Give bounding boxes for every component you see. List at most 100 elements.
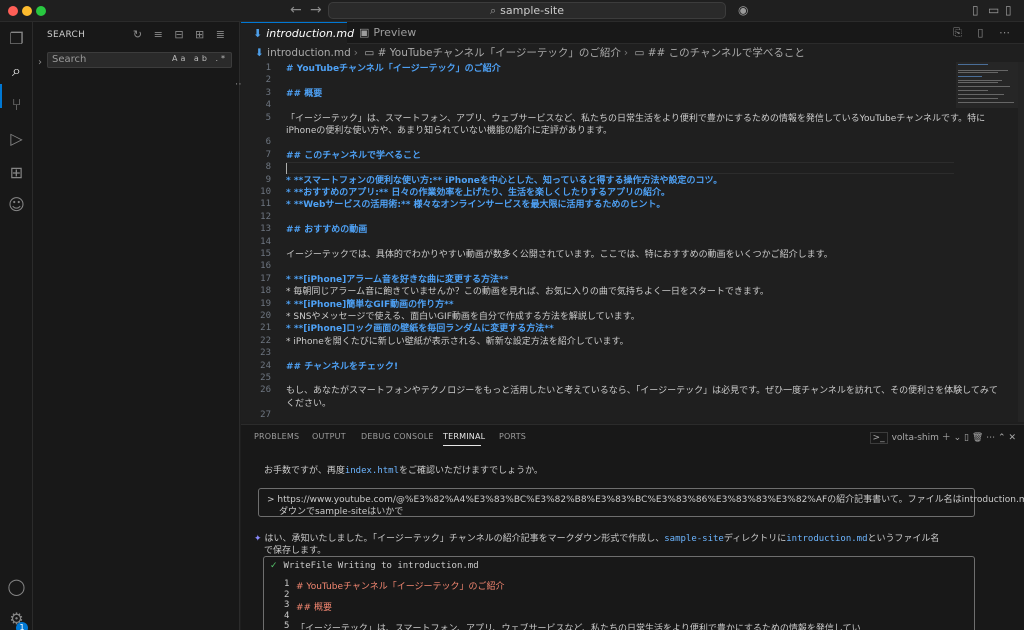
preview-icon: ▣	[359, 26, 370, 39]
line-number: 6	[265, 137, 271, 148]
extensions-icon[interactable]: ⊞	[6, 162, 27, 183]
search-options[interactable]: Aa ab .*	[172, 54, 228, 63]
line-number: 25	[260, 373, 271, 383]
file-line-number: 2	[284, 589, 290, 600]
user-prompt-box: > https://www.youtube.com/@%E3%82%A4%E3%…	[258, 488, 1024, 517]
tab-problems[interactable]: PROBLEMS	[254, 432, 299, 441]
line-number: 14	[260, 236, 271, 247]
code-line[interactable]: * iPhoneを開くたびに新しい壁紙が表示される、斬新な設定方法を紹介していま…	[286, 336, 629, 348]
line-number: 26	[260, 385, 271, 396]
symbol-icon: ▭	[364, 47, 375, 59]
minimap[interactable]	[956, 62, 1022, 108]
tab-output[interactable]: OUTPUT	[312, 432, 346, 441]
code-line[interactable]: * **[iPhone]アラーム音を好きな曲に変更する方法**	[286, 274, 508, 286]
code-line[interactable]: * **おすすめのアプリ:** 日々の作業効率を上げたり、生活を楽しくしたりする…	[286, 187, 670, 199]
maximize-window-button[interactable]	[36, 6, 46, 16]
breadcrumb[interactable]: ⬇ introduction.md › ▭ # YouTubeチャンネル「イージー…	[241, 44, 1024, 62]
code-line[interactable]: * **[iPhone]ロック画面の壁紙を毎回ランダムに変更する方法**	[286, 323, 554, 335]
code-line[interactable]: * 毎朝同じアラーム音に飽きていませんか？この動画を見れば、お気に入りの曲で気持…	[286, 286, 769, 298]
explorer-icon[interactable]: ❐	[6, 28, 27, 49]
line-number: 7	[265, 149, 271, 160]
active-view-indicator	[0, 84, 2, 108]
maximize-panel-icon[interactable]: ⌃	[998, 433, 1006, 443]
file-line-text: ## 概要	[296, 603, 332, 613]
bottom-panel: PROBLEMS OUTPUT DEBUG CONSOLE TERMINAL P…	[241, 424, 1024, 630]
line-number: 10	[260, 187, 271, 197]
search-input[interactable]: Search Aa ab .*	[47, 52, 232, 68]
terminal-line: お手数ですが、再度index.htmlをご確認いただけますでしょうか。	[264, 466, 543, 476]
code-line[interactable]: * **Webサービスの活用術:** 様々なオンラインサービスを最大限に活用する…	[286, 199, 665, 211]
search-sidebar: SEARCH ↻ ≡ ⊟ ⊞ ≣ › Search Aa ab .* ⋯	[33, 22, 245, 630]
line-number: 22	[260, 335, 271, 346]
tab-ports[interactable]: PORTS	[499, 432, 526, 441]
check-icon: ✓	[270, 561, 278, 571]
notification-badge: 1	[16, 622, 28, 630]
symbol-icon: ▭	[634, 47, 645, 59]
code-line[interactable]: * **スマートフォンの便利な使い方:** iPhoneを中心とした、知っている…	[286, 175, 722, 187]
tab-terminal[interactable]: TERMINAL	[443, 432, 485, 441]
accounts-icon[interactable]: ◯	[6, 576, 27, 597]
arrow-left-icon[interactable]: ←	[290, 2, 302, 18]
search-icon: ⌕	[489, 4, 497, 17]
line-number: 5	[265, 112, 271, 123]
code-line[interactable]: # YouTubeチャンネル「イージーテック」のご紹介	[286, 63, 501, 75]
trash-icon[interactable]: 🗑	[972, 433, 983, 443]
toggle-sidebar-icon[interactable]: ▯	[972, 3, 979, 17]
code-editor[interactable]: 1 2 3 4 5 6 7 8 9 10 11 12 13 14 15 16 17 18 19 20 21 22 23 24 2…	[241, 62, 1024, 422]
code-line[interactable]: ## 概要	[286, 88, 322, 100]
line-number: 20	[260, 311, 271, 321]
command-center-search[interactable]: ⌕ sample-site	[328, 2, 726, 19]
file-line-number: 5	[284, 621, 290, 630]
tab-debug-console[interactable]: DEBUG CONSOLE	[361, 432, 434, 441]
line-number: 19	[260, 298, 271, 309]
source-control-icon[interactable]: ⑂	[6, 94, 27, 115]
text-cursor	[286, 163, 287, 174]
toggle-panel-icon[interactable]: ▭	[988, 3, 999, 17]
code-line[interactable]: ## このチャンネルで学べること	[286, 150, 421, 162]
file-line-number: 3	[284, 600, 290, 610]
terminal-name[interactable]: volta-shim	[892, 433, 939, 443]
close-panel-icon[interactable]: ✕	[1008, 433, 1016, 443]
line-number: 23	[260, 348, 271, 359]
new-terminal-icon[interactable]: ＋ ⌄	[942, 433, 964, 443]
line-number: 27	[260, 410, 271, 421]
markdown-file-icon: ⬇	[255, 47, 264, 59]
sidebar-actions[interactable]: ↻ ≡ ⊟ ⊞ ≣	[133, 28, 229, 41]
code-line[interactable]: もし、あなたがスマートフォンやテクノロジーをもっと活用したいと考えているなら、「…	[286, 385, 998, 397]
active-tab-underline	[443, 445, 481, 446]
code-line[interactable]: 「イージーテック」は、スマートフォン、アプリ、ウェブサービスなど、私たちの日常生…	[286, 113, 985, 125]
run-debug-icon[interactable]: ▷	[6, 128, 27, 149]
close-window-button[interactable]	[8, 6, 18, 16]
code-line[interactable]: ください。	[286, 398, 331, 410]
editor-tab-bar: ⬇introduction.md ▣Preview introduction.m…	[241, 22, 1024, 61]
line-number: 11	[260, 199, 271, 210]
copilot-chat-icon[interactable]: ☺	[6, 194, 27, 215]
toggle-replace-chevron-icon[interactable]: ›	[38, 57, 42, 68]
arrow-right-icon[interactable]: →	[310, 2, 322, 18]
code-line[interactable]: * **[iPhone]簡単なGIF動画の作り方**	[286, 299, 454, 311]
code-line[interactable]: ## おすすめの動画	[286, 224, 367, 236]
minimize-window-button[interactable]	[22, 6, 32, 16]
editor-scrollbar[interactable]	[1018, 62, 1024, 422]
code-line[interactable]: イージーテックでは、具体的でわかりやすい動画が数多く公開されています。ここでは、…	[286, 249, 833, 261]
panel-actions[interactable]: >_ volta-shim ＋ ⌄ ▯ 🗑 ⋯ ⌃ ✕	[869, 430, 1016, 444]
more-icon[interactable]: ⋯	[986, 433, 998, 443]
search-view-icon[interactable]: ⌕	[6, 60, 27, 81]
line-number: 21	[260, 323, 271, 334]
code-line[interactable]: iPhoneの便利な使い方や、あまり知られていない機能の紹介に定評があります。	[286, 125, 612, 137]
editor-actions[interactable]: ⎘ ▯ ⋯	[953, 26, 1016, 40]
split-terminal-icon[interactable]: ▯	[964, 433, 972, 443]
line-number: 1	[265, 63, 271, 73]
toggle-secondary-sidebar-icon[interactable]: ▯	[1005, 3, 1012, 17]
file-line-number: 4	[284, 610, 290, 621]
tool-call-header: ✓ WriteFile Writing to introduction.md	[270, 561, 479, 571]
tab-preview-introduction-md[interactable]: ▣Preview introduction.md	[347, 22, 487, 61]
line-number: 17	[260, 273, 271, 284]
file-link[interactable]: index.html	[345, 466, 399, 476]
line-number: 13	[260, 224, 271, 235]
code-line[interactable]: * SNSやメッセージで使える、面白いGIF動画を自分で作成する方法を解説してい…	[286, 311, 640, 323]
code-line[interactable]: ## チャンネルをチェック!	[286, 361, 398, 373]
copilot-icon[interactable]: ◉	[738, 3, 748, 17]
current-line-highlight	[286, 162, 954, 174]
tab-introduction-md[interactable]: ⬇ introduction.md	[241, 22, 354, 44]
